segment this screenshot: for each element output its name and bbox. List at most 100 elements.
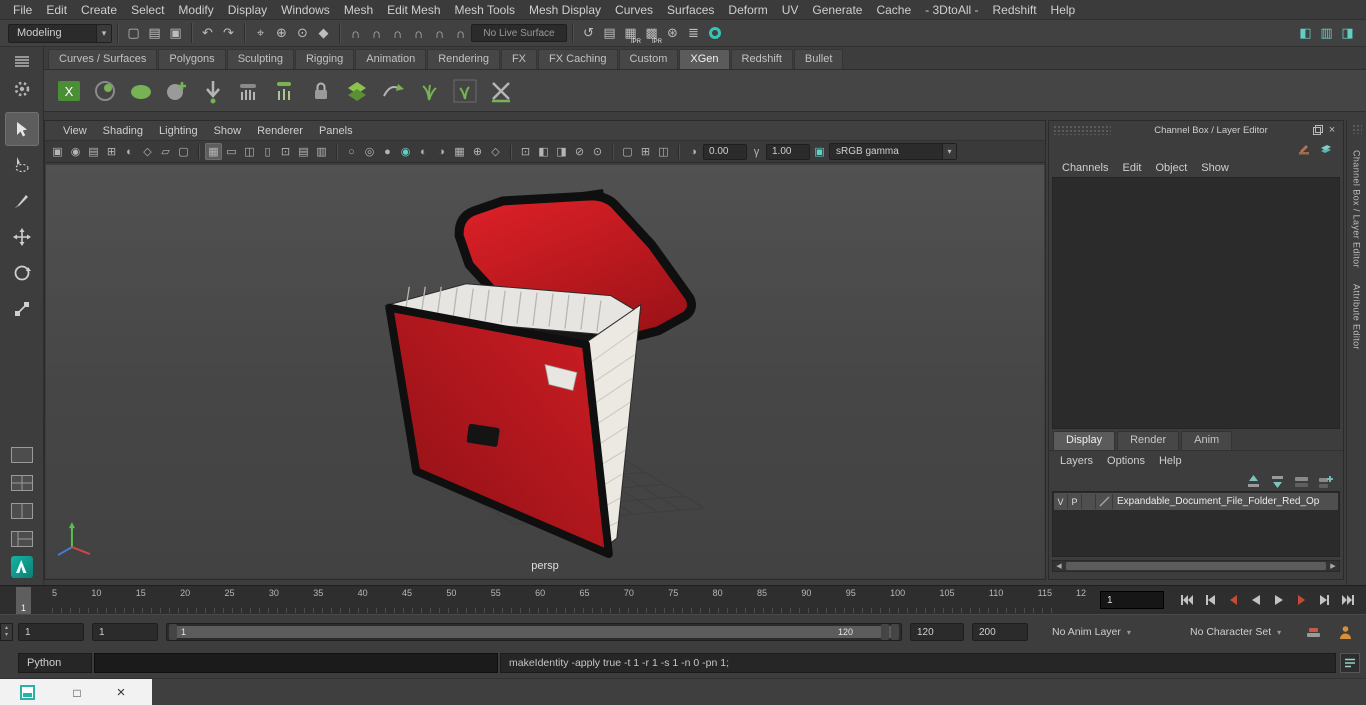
layout-outliner-persp-button[interactable] [7,527,37,551]
layer-editor-menu-item[interactable]: Options [1100,455,1152,467]
go-to-start-button[interactable] [1176,589,1197,611]
shelf-tab[interactable]: FX Caching [538,49,618,69]
safe-title-icon[interactable]: ▥ [313,143,330,160]
colorspace-select[interactable]: sRGB gamma ▾ [829,143,957,160]
channel-manip-mode-icon[interactable] [1319,143,1333,155]
layer-move-down-icon[interactable] [1270,475,1285,488]
shelf-tab[interactable]: Animation [355,49,427,69]
layer-editor-tab[interactable]: Display [1053,431,1116,450]
xgen-create-guides-icon[interactable] [88,74,121,107]
float-panel-icon[interactable] [1311,123,1325,137]
pan-zoom-icon[interactable]: ◐ [121,143,138,160]
grid-toggle-icon[interactable]: ▦ [205,143,222,160]
animation-end-field[interactable]: 200 [972,623,1028,641]
xgen-export-curves-icon[interactable] [376,74,409,107]
toggle-attribute-editor-icon[interactable]: ◨ [1337,23,1358,44]
snapshot-icon[interactable]: ▱ [157,143,174,160]
step-forward-key-button[interactable] [1291,589,1312,611]
single-pane-icon[interactable]: ▢ [619,143,636,160]
viewport-menu-item[interactable]: Renderer [249,125,311,137]
layer-display-type-toggle[interactable] [1082,494,1096,509]
xgen-add-sphere-icon[interactable] [160,74,193,107]
animation-start-field[interactable]: 1 [92,623,158,641]
snap-to-grid-icon[interactable]: ∩ [345,23,366,44]
select-component-icon[interactable]: ⊙ [292,23,313,44]
command-input-field[interactable] [94,653,498,673]
open-render-view-icon[interactable]: ▤ [599,23,620,44]
layer-editor-tab[interactable]: Render [1117,431,1180,450]
layer-playback-toggle[interactable]: P [1068,494,1082,509]
menu-item[interactable]: Mesh Display [522,0,608,20]
xgen-comb-icon[interactable] [232,74,265,107]
isolate-select-icon[interactable]: ⊡ [517,143,534,160]
command-result-field[interactable]: makeIdentity -apply true -t 1 -r 1 -s 1 … [500,653,1336,673]
xgen-interactive-groom-icon[interactable] [484,74,517,107]
snap-to-projected-center-icon[interactable]: ∩ [408,23,429,44]
side-tab-attribute-editor[interactable]: Attribute Editor [1352,284,1362,350]
toggle-character-controls-icon[interactable]: ▥ [1316,23,1337,44]
layer-editor-menu-item[interactable]: Layers [1053,455,1100,467]
shelf-gear-icon[interactable] [7,77,37,101]
wireframe-icon[interactable]: ○ [343,143,360,160]
viewport-menu-item[interactable]: Lighting [151,125,206,137]
screen-space-ao-icon[interactable]: ▦ [451,143,468,160]
xgen-stack-icon[interactable] [340,74,373,107]
menu-item[interactable]: Mesh Tools [448,0,522,20]
channel-slider-mode-icon[interactable] [1297,142,1311,156]
menu-item[interactable]: Redshift [986,0,1044,20]
textured-icon[interactable]: ◉ [397,143,414,160]
viewport-menu-item[interactable]: Show [206,125,250,137]
xgen-lawn-icon[interactable] [124,74,157,107]
camera-attributes-icon[interactable]: ◉ [67,143,84,160]
layout-two-pane-side-button[interactable] [7,499,37,523]
range-slider-track[interactable]: 1 120 [166,623,902,641]
menu-item[interactable]: Surfaces [660,0,721,20]
highlight-selection-icon[interactable]: ◆ [313,23,334,44]
grease-pencil-icon[interactable]: ◇ [139,143,156,160]
xray-icon[interactable]: ◧ [535,143,552,160]
split-pane-icon[interactable]: ⊞ [637,143,654,160]
menu-set-selector[interactable]: Modeling ▾ [8,23,112,43]
redo-icon[interactable]: ↷ [218,23,239,44]
step-forward-frame-button[interactable] [1314,589,1335,611]
new-layer-from-selected-icon[interactable] [1318,475,1333,488]
command-language-toggle[interactable]: Python [18,653,92,673]
snap-to-point-icon[interactable]: ∩ [387,23,408,44]
new-scene-icon[interactable]: ▢ [123,23,144,44]
layer-editor-tab[interactable]: Anim [1181,431,1233,450]
play-backwards-button[interactable] [1245,589,1266,611]
overscan-icon[interactable]: ▢ [175,143,192,160]
layer-visibility-toggle[interactable]: V [1054,494,1068,509]
film-gate-icon[interactable]: ▭ [223,143,240,160]
menu-item[interactable]: UV [775,0,806,20]
shelf-tab[interactable]: Redshift [730,49,793,69]
channel-box-menu-item[interactable]: Edit [1115,162,1148,174]
character-set-dropdown[interactable]: No Character Set ▾ [1190,623,1282,641]
scrollbar-thumb[interactable] [1066,562,1326,570]
menu-item[interactable]: Edit [39,0,74,20]
menu-item[interactable]: Help [1044,0,1083,20]
layer-row[interactable]: V P Expandable_Document_File_Folder_Red_… [1054,493,1338,510]
background-window-titlebar[interactable]: □ × [0,679,152,705]
channel-box-menu-item[interactable]: Object [1148,162,1194,174]
shelf-tab[interactable]: Bullet [793,49,844,69]
shaded-wireframe-icon[interactable]: ● [379,143,396,160]
range-end-handle-outer[interactable] [891,624,899,640]
menu-item[interactable]: Display [221,0,274,20]
scroll-right-icon[interactable]: ▶ [1327,562,1339,570]
toggle-modeling-toolkit-icon[interactable]: ◧ [1295,23,1316,44]
menu-item[interactable]: Generate [805,0,869,20]
viewport-menu-item[interactable]: Shading [95,125,151,137]
menu-item[interactable]: - 3DtoAll - [918,0,985,20]
channel-sheet-area[interactable] [1052,177,1340,429]
snap-to-curve-icon[interactable]: ∩ [366,23,387,44]
shelf-tab[interactable]: Sculpting [226,49,294,69]
select-hierarchy-icon[interactable]: ⌖ [250,23,271,44]
undo-icon[interactable]: ↶ [197,23,218,44]
save-scene-icon[interactable]: ▣ [165,23,186,44]
rotate-tool[interactable] [5,256,39,290]
ipr-render-icon[interactable]: ▩ IPR [641,23,662,45]
menu-item[interactable]: Select [124,0,171,20]
shelf-tab[interactable]: Rendering [427,49,500,69]
new-empty-layer-icon[interactable] [1294,475,1309,488]
